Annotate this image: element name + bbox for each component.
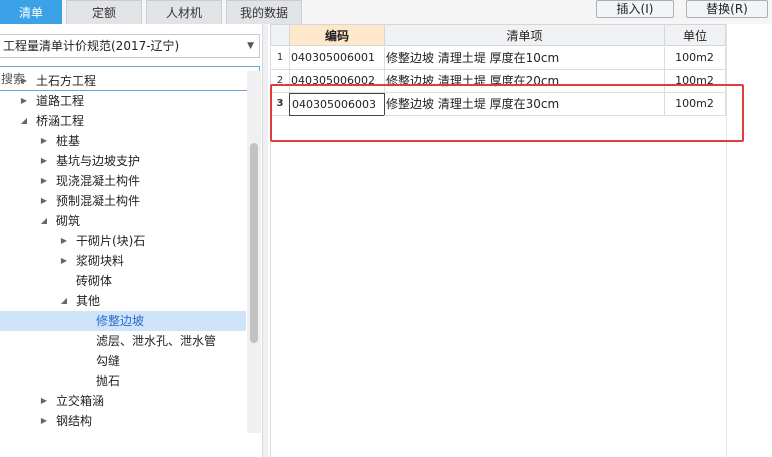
row-index[interactable]: 3 <box>270 93 290 116</box>
tree-item[interactable]: 修整边坡 <box>0 311 246 331</box>
triangle-right-icon[interactable]: ▶ <box>38 171 50 191</box>
tree-item[interactable]: ◢ 砌筑 <box>0 211 246 231</box>
header-item[interactable]: 清单项 <box>384 24 665 46</box>
tree-scrollbar-thumb[interactable] <box>250 143 258 343</box>
tree-item[interactable]: ▶ 预制混凝土构件 <box>0 191 246 211</box>
tree-item-label: 预制混凝土构件 <box>56 194 141 208</box>
right-panel-edge <box>726 24 772 457</box>
panel-splitter[interactable] <box>262 24 268 457</box>
header-index <box>270 24 290 46</box>
row-item[interactable]: 修整边坡 清理土堤 厚度在10cm <box>384 47 665 70</box>
row-code[interactable]: 040305006002 <box>289 70 385 93</box>
category-tree: ▶ 土石方工程 ▶ 道路工程 ◢ 桥涵工程 ▶ 桩基 ▶ 基坑与边坡支护 ▶ 现浇混凝土构件 ▶ 预制混凝… <box>0 71 246 433</box>
tab-bar: 清单 定额 人材机 我的数据 插入(I) 替换(R) <box>0 0 772 24</box>
tree-item-label: 浆砌块料 <box>76 254 125 268</box>
triangle-right-icon[interactable]: ▶ <box>38 191 50 211</box>
row-code[interactable]: 040305006001 <box>289 47 385 70</box>
spec-select-value: 工程量清单计价规范(2017-辽宁) <box>3 39 180 53</box>
row-unit[interactable]: 100m2 <box>664 70 726 93</box>
tree-item[interactable]: ▶ 干砌片(块)石 <box>0 231 246 251</box>
insert-button[interactable]: 插入(I) <box>596 0 674 18</box>
tree-item-label: 桩基 <box>56 134 81 148</box>
triangle-down-icon[interactable]: ◢ <box>58 291 70 311</box>
header-unit[interactable]: 单位 <box>664 24 726 46</box>
tree-item[interactable]: 勾缝 <box>0 351 246 371</box>
tree-item[interactable]: ▶ 基坑与边坡支护 <box>0 151 246 171</box>
tree-item-label: 抛石 <box>96 374 121 388</box>
tab-bill-items[interactable]: 清单 <box>0 0 62 24</box>
row-code-active-cell[interactable]: 040305006003 <box>289 93 385 116</box>
tree-item-label: 土石方工程 <box>36 74 97 88</box>
triangle-right-icon[interactable]: ▶ <box>58 251 70 271</box>
row-unit[interactable]: 100m2 <box>664 47 726 70</box>
triangle-right-icon[interactable]: ▶ <box>38 151 50 171</box>
tree-item[interactable]: ▶ 立交箱涵 <box>0 391 246 411</box>
tree-item-label: 其他 <box>76 294 101 308</box>
triangle-right-icon[interactable]: ▶ <box>38 411 50 431</box>
tree-item-label: 砌筑 <box>56 214 81 228</box>
triangle-right-icon[interactable]: ▶ <box>38 391 50 411</box>
triangle-right-icon[interactable]: ▶ <box>38 131 50 151</box>
tab-my-data[interactable]: 我的数据 <box>226 0 302 24</box>
row-index[interactable]: 2 <box>270 70 290 93</box>
tree-item-label: 修整边坡 <box>96 314 145 328</box>
tree-item-label: 钢结构 <box>56 414 93 428</box>
triangle-right-icon[interactable]: ▶ <box>18 91 30 111</box>
tree-item[interactable]: ▶ 钢结构 <box>0 411 246 431</box>
tab-labor-material-machine[interactable]: 人材机 <box>146 0 222 24</box>
tree-item[interactable]: ◢ 其他 <box>0 291 246 311</box>
replace-button[interactable]: 替换(R) <box>686 0 768 18</box>
grid-body-background <box>270 118 726 457</box>
tree-item[interactable]: ▶ 浆砌块料 <box>0 251 246 271</box>
tree-item[interactable]: ▶ 现浇混凝土构件 <box>0 171 246 191</box>
row-unit[interactable]: 100m2 <box>664 93 726 116</box>
tree-item[interactable]: ▶ 桩基 <box>0 131 246 151</box>
tree-item[interactable]: ▶ 道路工程 <box>0 91 246 111</box>
triangle-right-icon[interactable]: ▶ <box>18 71 30 91</box>
tree-item-label: 立交箱涵 <box>56 394 105 408</box>
chevron-down-icon: ▼ <box>247 41 254 51</box>
row-item[interactable]: 修整边坡 清理土堤 厚度在20cm <box>384 70 665 93</box>
triangle-down-icon[interactable]: ◢ <box>18 111 30 131</box>
tab-quota[interactable]: 定额 <box>66 0 142 24</box>
tree-item[interactable]: ▶ 土石方工程 <box>0 71 246 91</box>
header-code[interactable]: 编码 <box>289 24 385 46</box>
row-item[interactable]: 修整边坡 清理土堤 厚度在30cm <box>384 93 665 116</box>
tree-item-label: 干砌片(块)石 <box>76 234 146 248</box>
tree-item-label: 砖砌体 <box>76 274 113 288</box>
tree-item-label: 桥涵工程 <box>36 114 85 128</box>
tree-item[interactable]: 滤层、泄水孔、泄水管 <box>0 331 246 351</box>
tree-item-label: 勾缝 <box>96 354 121 368</box>
tree-item[interactable]: ◢ 桥涵工程 <box>0 111 246 131</box>
tree-item-label: 滤层、泄水孔、泄水管 <box>96 334 217 348</box>
tree-item[interactable]: 砖砌体 <box>0 271 246 291</box>
row-index[interactable]: 1 <box>270 47 290 70</box>
spec-select[interactable]: 工程量清单计价规范(2017-辽宁) ▼ <box>0 34 260 58</box>
triangle-down-icon[interactable]: ◢ <box>38 211 50 231</box>
triangle-right-icon[interactable]: ▶ <box>58 231 70 251</box>
tree-scrollbar[interactable] <box>247 71 261 433</box>
tree-item-label: 道路工程 <box>36 94 85 108</box>
tree-item[interactable]: 抛石 <box>0 371 246 391</box>
tree-item-label: 现浇混凝土构件 <box>56 174 141 188</box>
tree-item-label: 基坑与边坡支护 <box>56 154 141 168</box>
